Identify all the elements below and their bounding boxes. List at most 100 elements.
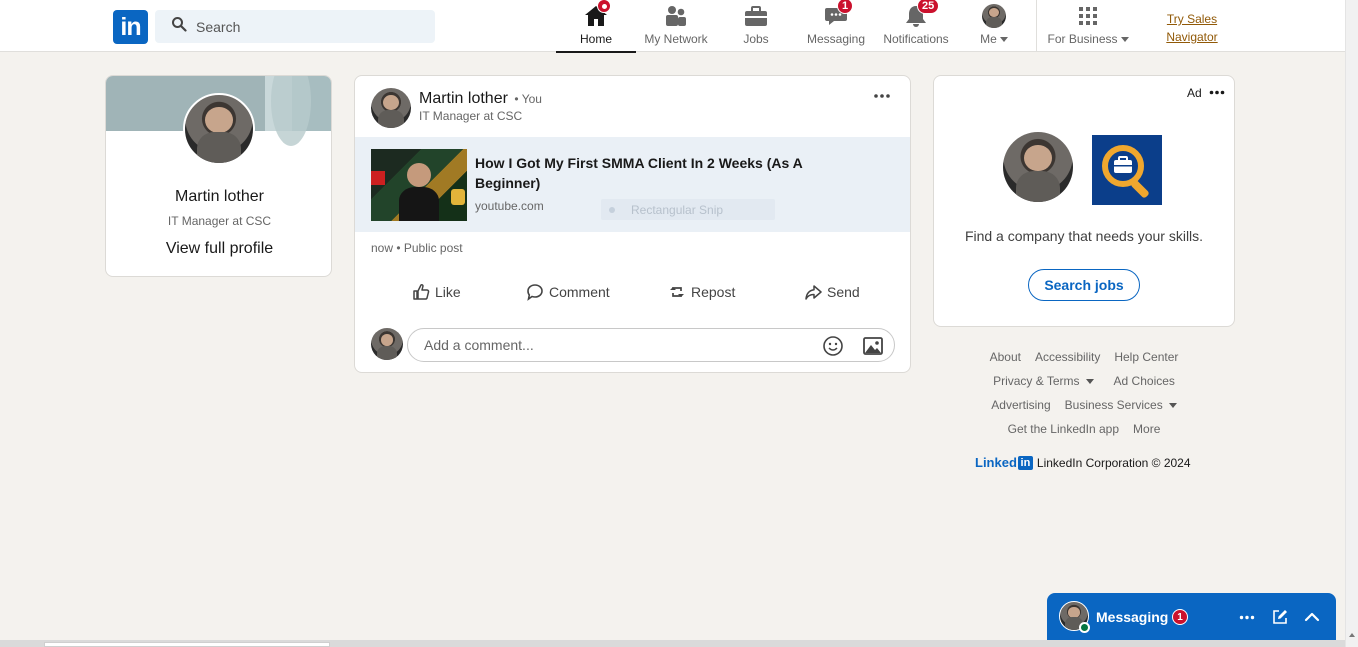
search-icon xyxy=(171,16,187,37)
footer-row: About Accessibility Help Center xyxy=(933,345,1235,369)
emoji-icon xyxy=(823,336,843,356)
ad-member-avatar xyxy=(1003,132,1073,202)
privacy-terms-label: Privacy & Terms xyxy=(993,374,1080,388)
nav-me[interactable]: Me xyxy=(964,0,1024,52)
commenter-avatar xyxy=(371,328,403,360)
grid-icon xyxy=(1075,4,1101,28)
profile-name[interactable]: Martin lother xyxy=(106,188,331,206)
post-author-name[interactable]: Martin lother xyxy=(419,90,508,107)
image-icon xyxy=(863,337,883,355)
like-button[interactable]: Like xyxy=(412,276,461,308)
try-sales-navigator-link[interactable]: Try Sales Navigator xyxy=(1160,10,1224,46)
footer-links: About Accessibility Help Center Privacy … xyxy=(933,345,1235,470)
comment-input[interactable] xyxy=(424,337,804,353)
nav-notifications-label: Notifications xyxy=(883,32,949,46)
snip-label: Rectangular Snip xyxy=(631,202,724,217)
compose-icon xyxy=(1273,610,1287,624)
footer-link-accessibility[interactable]: Accessibility xyxy=(1035,350,1100,364)
nav-me-label: Me xyxy=(980,32,997,46)
nav-my-network-label: My Network xyxy=(644,32,708,46)
brand-word: Linked xyxy=(975,455,1017,470)
send-label: Send xyxy=(827,284,860,300)
nav-home[interactable]: Home xyxy=(556,0,636,53)
more-icon xyxy=(874,94,890,98)
repost-button[interactable]: Repost xyxy=(668,276,735,308)
search-input[interactable] xyxy=(196,18,416,35)
footer-link-more[interactable]: More xyxy=(1133,422,1160,436)
ad-label: Ad xyxy=(1187,86,1202,100)
comment-label: Comment xyxy=(549,284,610,300)
top-nav: in Home My Network Jobs 1 Messaging xyxy=(0,0,1345,53)
me-avatar xyxy=(982,4,1006,28)
footer-link-advertising[interactable]: Advertising xyxy=(991,398,1050,412)
chevron-down-icon xyxy=(1120,37,1129,43)
linkedin-logo[interactable]: in xyxy=(113,10,148,44)
bell-icon: 25 xyxy=(903,0,940,28)
nav-business-label-wrap: For Business xyxy=(1047,32,1129,46)
more-icon xyxy=(1239,615,1255,619)
messaging-badge: 1 xyxy=(837,0,854,14)
footer-row: Advertising Business Services xyxy=(933,393,1235,417)
scroll-up-arrow-icon[interactable] xyxy=(1349,633,1355,637)
scrollbar-thumb[interactable] xyxy=(44,642,330,647)
nav-notifications[interactable]: 25 Notifications xyxy=(876,0,956,52)
profile-headline: IT Manager at CSC xyxy=(167,214,272,228)
post-more-button[interactable] xyxy=(869,84,895,108)
messaging-more-button[interactable] xyxy=(1235,605,1259,629)
footer-link-privacy-terms[interactable]: Privacy & Terms xyxy=(993,374,1094,388)
horizontal-scrollbar[interactable] xyxy=(0,640,1345,647)
send-icon xyxy=(805,285,822,300)
nav-home-label: Home xyxy=(579,32,612,46)
thumbs-up-icon xyxy=(413,284,430,300)
nav-messaging[interactable]: 1 Messaging xyxy=(796,0,876,52)
messaging-dock-badge: 1 xyxy=(1172,609,1188,625)
post-author-avatar[interactable] xyxy=(371,88,411,128)
nav-messaging-label: Messaging xyxy=(806,32,866,46)
copyright-text: LinkedIn Corporation © 2024 xyxy=(1036,455,1191,470)
nav-jobs[interactable]: Jobs xyxy=(716,0,796,52)
ad-card: Ad Find a company that needs your skills… xyxy=(933,75,1235,327)
repost-label: Repost xyxy=(691,284,736,300)
send-button[interactable]: Send xyxy=(804,276,860,308)
snip-icon xyxy=(609,206,615,213)
video-thumbnail[interactable] xyxy=(371,149,467,221)
comment-row xyxy=(355,328,910,362)
messaging-icon: 1 xyxy=(823,0,854,28)
compose-message-button[interactable] xyxy=(1268,605,1292,629)
nav-me-label-wrap: Me xyxy=(980,32,1008,46)
image-upload-button[interactable] xyxy=(861,334,885,358)
briefcase-icon xyxy=(743,4,769,28)
nav-my-network[interactable]: My Network xyxy=(636,0,716,52)
search-jobs-button[interactable]: Search jobs xyxy=(1028,269,1140,301)
profile-avatar[interactable] xyxy=(183,93,255,165)
link-preview[interactable]: How I Got My First SMMA Client In 2 Week… xyxy=(355,137,910,232)
nav-jobs-label: Jobs xyxy=(743,32,769,46)
messaging-dock[interactable]: Messaging 1 xyxy=(1047,593,1336,640)
view-full-profile-link[interactable]: View full profile xyxy=(106,240,331,258)
ad-text: Find a company that needs your skills. xyxy=(964,228,1204,244)
ad-more-button[interactable] xyxy=(1206,82,1228,102)
footer-link-help-center[interactable]: Help Center xyxy=(1114,350,1178,364)
footer-link-ad-choices[interactable]: Ad Choices xyxy=(1114,374,1175,388)
copyright: Linked in LinkedIn Corporation © 2024 xyxy=(975,455,1191,470)
footer-link-business-services[interactable]: Business Services xyxy=(1065,398,1177,412)
thumb-accent xyxy=(371,171,385,185)
expand-messaging-button[interactable] xyxy=(1300,605,1324,629)
comment-box[interactable] xyxy=(407,328,895,362)
post-meta: now • Public post xyxy=(371,241,463,255)
emoji-button[interactable] xyxy=(821,334,845,358)
search-bar[interactable] xyxy=(155,10,435,43)
footer-link-about[interactable]: About xyxy=(990,350,1021,364)
try-sales-line1: Try Sales xyxy=(1166,12,1218,26)
footer-row: Privacy & Terms Ad Choices xyxy=(933,369,1235,393)
notifications-badge: 25 xyxy=(917,0,940,14)
comment-button[interactable]: Comment xyxy=(526,276,610,308)
post-card: Martin lother • You IT Manager at CSC Ho… xyxy=(354,75,911,373)
chevron-down-icon xyxy=(1085,379,1094,385)
nav-for-business[interactable]: For Business xyxy=(1044,0,1132,52)
footer-link-get-app[interactable]: Get the LinkedIn app xyxy=(1008,422,1119,436)
vertical-scrollbar[interactable] xyxy=(1345,0,1358,647)
brand-box: in xyxy=(1017,455,1033,470)
link-preview-title[interactable]: How I Got My First SMMA Client In 2 Week… xyxy=(475,153,815,193)
try-sales-line2: Navigator xyxy=(1166,30,1218,44)
